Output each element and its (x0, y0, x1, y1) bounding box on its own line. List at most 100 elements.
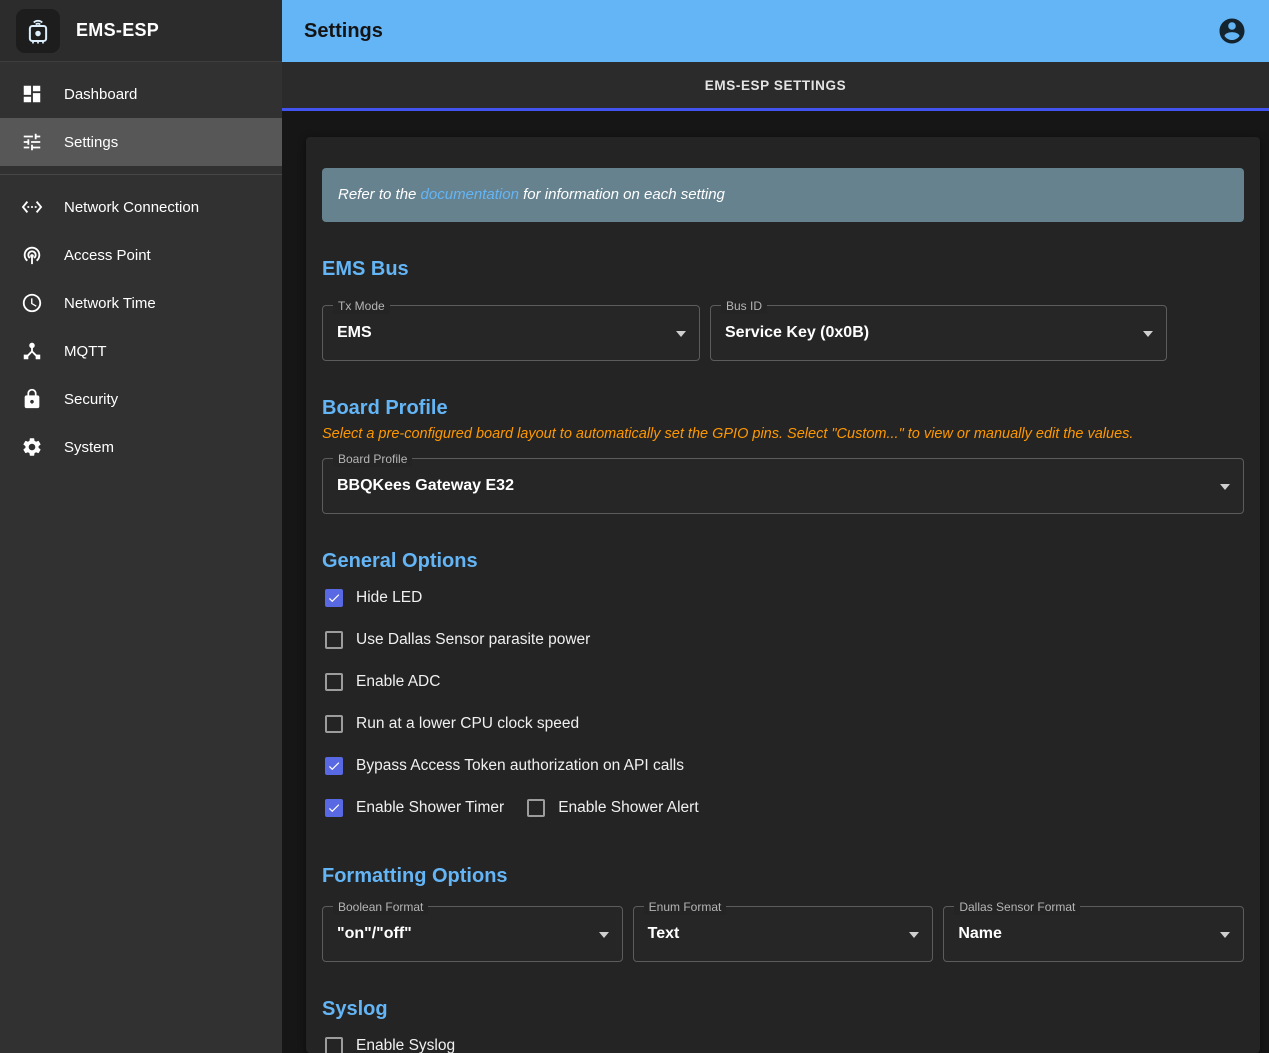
board-profile-label: Board Profile (333, 451, 412, 467)
enum-format-label: Enum Format (644, 899, 727, 915)
checkbox-row-dallas-parasite[interactable]: Use Dallas Sensor parasite power (322, 619, 1244, 661)
sidebar-item-mqtt[interactable]: MQTT (0, 327, 282, 375)
bus-id-label: Bus ID (721, 298, 767, 314)
lock-icon (20, 387, 44, 411)
dropdown-arrow-icon (676, 331, 686, 337)
section-title-formatting-options: Formatting Options (322, 865, 1244, 888)
board-profile-select[interactable]: Board Profile BBQKees Gateway E32 (322, 458, 1244, 514)
dallas-sensor-format-label: Dallas Sensor Format (954, 899, 1080, 915)
bus-id-select[interactable]: Bus ID Service Key (0x0B) (710, 305, 1167, 361)
gear-icon (20, 435, 44, 459)
check-icon (327, 800, 341, 816)
checkbox-label: Enable Shower Timer (356, 799, 504, 817)
sidebar-item-label: System (64, 439, 114, 456)
sidebar-divider (0, 174, 282, 175)
checkbox-label: Enable Syslog (356, 1037, 455, 1053)
bus-id-value: Service Key (0x0B) (711, 306, 1166, 360)
sidebar-menu: Dashboard Settings Network Connection (0, 62, 282, 471)
dropdown-arrow-icon (1220, 484, 1230, 490)
sidebar-item-label: MQTT (64, 343, 107, 360)
content-area: Refer to the documentation for informati… (282, 111, 1269, 1053)
checkbox-lower-cpu-speed[interactable] (325, 715, 343, 733)
checkbox-row-shower-alert[interactable]: Enable Shower Alert (524, 787, 698, 829)
checkbox-label: Enable ADC (356, 673, 440, 691)
device-hub-icon (20, 339, 44, 363)
page-title: Settings (304, 20, 1217, 43)
tune-icon (20, 130, 44, 154)
dropdown-arrow-icon (909, 932, 919, 938)
sidebar-header: EMS-ESP (0, 0, 282, 62)
checkbox-shower-alert[interactable] (527, 799, 545, 817)
enum-format-select[interactable]: Enum Format Text (633, 906, 934, 962)
checkbox-row-lower-cpu-speed[interactable]: Run at a lower CPU clock speed (322, 703, 1244, 745)
checkbox-label: Bypass Access Token authorization on API… (356, 757, 684, 775)
checkbox-row-hide-led[interactable]: Hide LED (322, 577, 1244, 619)
sidebar-item-network-time[interactable]: Network Time (0, 279, 282, 327)
enum-format-value: Text (634, 907, 933, 961)
info-banner: Refer to the documentation for informati… (322, 168, 1244, 222)
checkbox-label: Use Dallas Sensor parasite power (356, 631, 590, 649)
sidebar-item-label: Network Connection (64, 199, 199, 216)
main-area: Settings EMS-ESP SETTINGS Refer to the d… (282, 0, 1269, 1053)
dropdown-arrow-icon (599, 932, 609, 938)
general-options-checkboxes: Hide LED Use Dallas Sensor parasite powe… (322, 577, 1244, 829)
checkbox-row-enable-adc[interactable]: Enable ADC (322, 661, 1244, 703)
tx-mode-value: EMS (323, 306, 699, 360)
sidebar-item-network-connection[interactable]: Network Connection (0, 183, 282, 231)
sidebar-item-security[interactable]: Security (0, 375, 282, 423)
checkbox-label: Hide LED (356, 589, 422, 607)
section-title-general-options: General Options (322, 550, 1244, 573)
board-profile-value: BBQKees Gateway E32 (323, 459, 1243, 513)
checkbox-row-bypass-token[interactable]: Bypass Access Token authorization on API… (322, 745, 1244, 787)
sidebar-item-label: Access Point (64, 247, 151, 264)
checkbox-label: Run at a lower CPU clock speed (356, 715, 579, 733)
checkbox-row-shower-timer[interactable]: Enable Shower Timer (322, 787, 504, 829)
checkbox-shower-timer[interactable] (325, 799, 343, 817)
tab-ems-esp-settings[interactable]: EMS-ESP SETTINGS (282, 62, 1269, 108)
dallas-sensor-format-value: Name (944, 907, 1243, 961)
checkbox-hide-led[interactable] (325, 589, 343, 607)
sidebar-item-label: Dashboard (64, 86, 137, 103)
check-icon (327, 758, 341, 774)
checkbox-bypass-token[interactable] (325, 757, 343, 775)
checkbox-dallas-parasite[interactable] (325, 631, 343, 649)
app-root: EMS-ESP Dashboard Settings Networ (0, 0, 1269, 1053)
sidebar-item-access-point[interactable]: Access Point (0, 231, 282, 279)
section-title-ems-bus: EMS Bus (322, 258, 1244, 281)
account-button[interactable] (1217, 16, 1247, 46)
sidebar-item-label: Network Time (64, 295, 156, 312)
app-logo (16, 9, 60, 53)
ethernet-icon (20, 195, 44, 219)
sidebar: EMS-ESP Dashboard Settings Networ (0, 0, 282, 1053)
banner-text-prefix: Refer to the (338, 186, 421, 203)
settings-card: Refer to the documentation for informati… (306, 137, 1260, 1053)
sidebar-item-system[interactable]: System (0, 423, 282, 471)
dallas-sensor-format-select[interactable]: Dallas Sensor Format Name (943, 906, 1244, 962)
sidebar-item-dashboard[interactable]: Dashboard (0, 70, 282, 118)
boolean-format-label: Boolean Format (333, 899, 428, 915)
boolean-format-value: "on"/"off" (323, 907, 622, 961)
checkbox-row-enable-syslog[interactable]: Enable Syslog (322, 1025, 1244, 1053)
sidebar-item-settings[interactable]: Settings (0, 118, 282, 166)
checkbox-label: Enable Shower Alert (558, 799, 698, 817)
ems-bus-row: Tx Mode EMS Bus ID Service Key (0x0B) (322, 305, 1244, 361)
documentation-link[interactable]: documentation (421, 186, 519, 203)
check-icon (327, 590, 341, 606)
syslog-checkboxes: Enable Syslog (322, 1025, 1244, 1053)
app-title: EMS-ESP (76, 20, 159, 41)
account-circle-icon (1217, 16, 1247, 46)
boolean-format-select[interactable]: Boolean Format "on"/"off" (322, 906, 623, 962)
board-profile-note: Select a pre-configured board layout to … (322, 426, 1244, 442)
sidebar-item-label: Security (64, 391, 118, 408)
dashboard-icon (20, 82, 44, 106)
formatting-options-row: Boolean Format "on"/"off" Enum Format Te… (322, 906, 1244, 962)
section-title-syslog: Syslog (322, 998, 1244, 1021)
checkbox-enable-adc[interactable] (325, 673, 343, 691)
access-point-icon (20, 243, 44, 267)
tx-mode-label: Tx Mode (333, 298, 390, 314)
tx-mode-select[interactable]: Tx Mode EMS (322, 305, 700, 361)
app-bar: Settings (282, 0, 1269, 62)
checkbox-enable-syslog[interactable] (325, 1037, 343, 1053)
dropdown-arrow-icon (1220, 932, 1230, 938)
ems-esp-logo-icon (23, 16, 53, 46)
